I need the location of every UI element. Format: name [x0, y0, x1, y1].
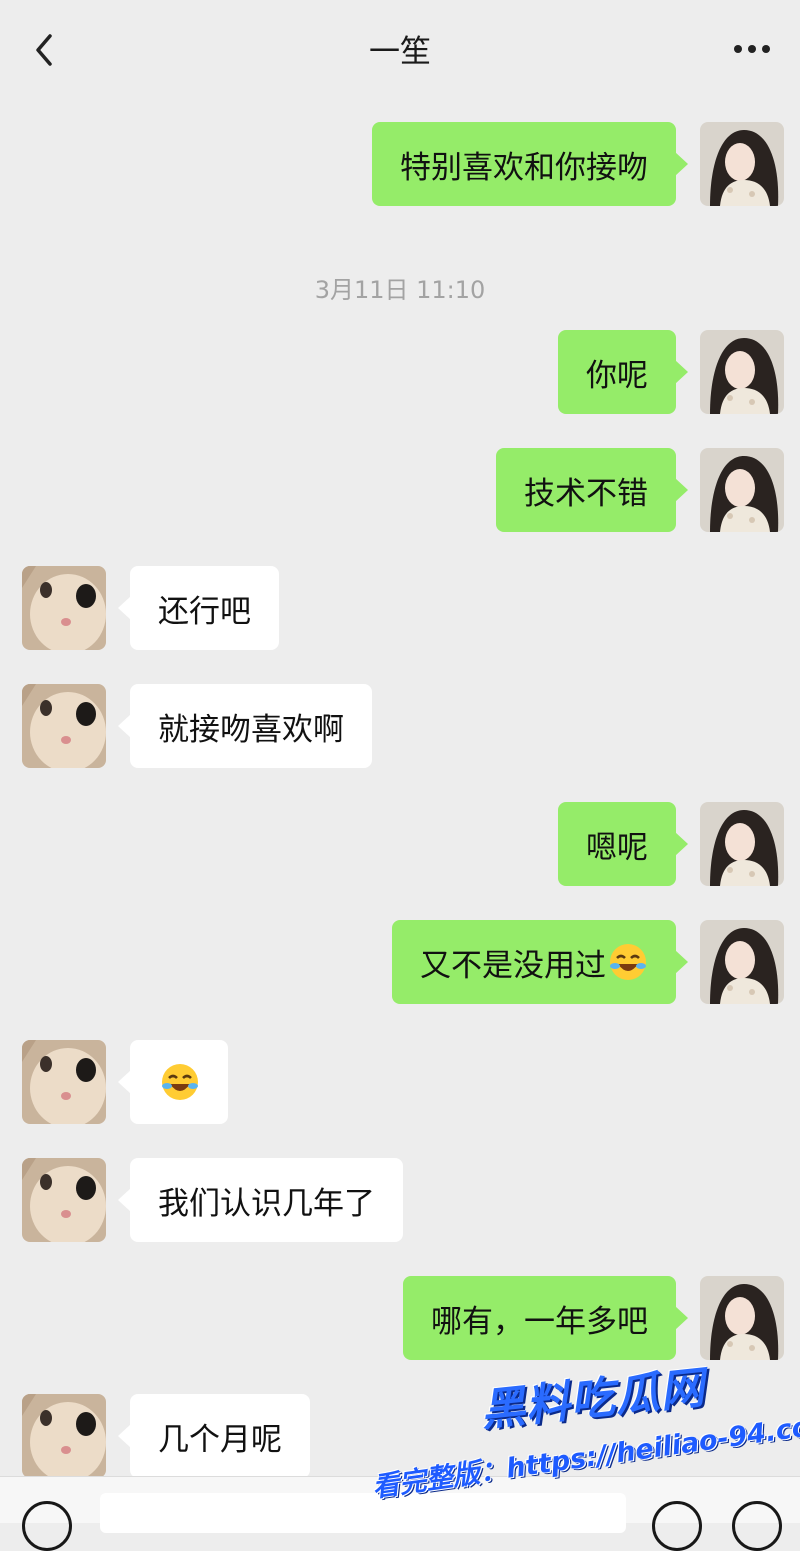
message-row-incoming	[22, 1040, 228, 1124]
message-bubble-incoming[interactable]: 我们认识几年了	[118, 1158, 403, 1242]
message-row-incoming: 我们认识几年了	[22, 1158, 403, 1242]
avatar-contact[interactable]	[22, 1394, 106, 1478]
message-row-incoming: 就接吻喜欢啊	[22, 684, 372, 768]
message-bubble-incoming[interactable]	[118, 1040, 228, 1124]
message-bubble-outgoing[interactable]: 哪有，一年多吧	[403, 1276, 688, 1360]
watermark: 黑料吃瓜网 看完整版：https://heiliao-94.com	[370, 1355, 800, 1505]
more-dots-icon[interactable]	[730, 40, 774, 58]
avatar-contact[interactable]	[22, 1158, 106, 1242]
message-row-outgoing: 又不是没用过	[392, 920, 784, 1004]
avatar-self[interactable]	[700, 448, 784, 532]
emoji-button[interactable]	[652, 1501, 702, 1551]
laughing-crying-emoji-icon	[162, 1064, 198, 1100]
message-bubble-outgoing[interactable]: 又不是没用过	[392, 920, 688, 1004]
message-text: 又不是没用过	[420, 947, 606, 984]
message-row-outgoing: 技术不错	[496, 448, 784, 532]
message-row-incoming: 几个月呢	[22, 1394, 310, 1478]
message-row-incoming: 还行吧	[22, 566, 279, 650]
avatar-self[interactable]	[700, 330, 784, 414]
message-row-outgoing: 嗯呢	[558, 802, 784, 886]
message-timestamp: 3月11日 11:10	[314, 276, 486, 304]
avatar-self[interactable]	[700, 802, 784, 886]
message-bubble-outgoing[interactable]: 你呢	[558, 330, 688, 414]
avatar-self[interactable]	[700, 1276, 784, 1360]
message-bubble-outgoing[interactable]: 技术不错	[496, 448, 688, 532]
message-bubble-outgoing[interactable]: 嗯呢	[558, 802, 688, 886]
avatar-contact[interactable]	[22, 566, 106, 650]
plus-button[interactable]	[732, 1501, 782, 1551]
avatar-contact[interactable]	[22, 684, 106, 768]
laughing-crying-emoji-icon	[610, 944, 646, 980]
message-row-outgoing: 哪有，一年多吧	[403, 1276, 784, 1360]
avatar-self[interactable]	[700, 122, 784, 206]
voice-toggle-button[interactable]	[22, 1501, 72, 1551]
message-row-outgoing: 你呢	[558, 330, 784, 414]
message-bubble-outgoing[interactable]: 特别喜欢和你接吻	[372, 122, 688, 206]
avatar-self[interactable]	[700, 920, 784, 1004]
message-bubble-incoming[interactable]: 还行吧	[118, 566, 279, 650]
message-row-outgoing: 特别喜欢和你接吻	[372, 122, 784, 206]
message-bubble-incoming[interactable]: 几个月呢	[118, 1394, 310, 1478]
chat-header: 一笙	[0, 0, 800, 96]
avatar-contact[interactable]	[22, 1040, 106, 1124]
message-bubble-incoming[interactable]: 就接吻喜欢啊	[118, 684, 372, 768]
chat-title: 一笙	[369, 34, 431, 70]
